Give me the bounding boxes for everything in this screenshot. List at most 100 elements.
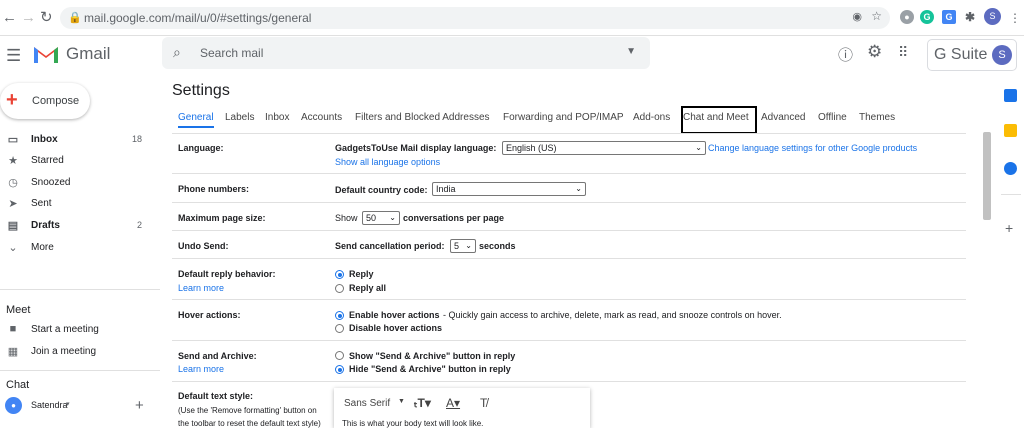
chevron-down-icon: ⌄ [575,184,582,193]
hide-send-archive-label: Hide "Send & Archive" button in reply [349,364,511,374]
back-icon[interactable]: ← [2,9,17,27]
gsuite-label: G Suite [934,46,988,63]
menu-dots-icon[interactable]: ⋮ [1009,9,1021,27]
sidebar-item-join-meeting[interactable]: ▦ Join a meeting [0,342,150,362]
search-options-icon[interactable]: ▼ [626,46,636,57]
sidebar-item-snoozed[interactable]: ◷ Snoozed [0,173,150,193]
apps-grid-icon[interactable]: ⠿ [898,44,908,61]
keep-icon[interactable] [1004,124,1017,137]
help-icon[interactable]: ⓘ [838,44,853,65]
remove-formatting-icon[interactable]: T̸ [480,396,487,410]
extension-icon[interactable]: ● [900,10,914,24]
profile-avatar[interactable]: S [984,8,1001,25]
user-avatar-icon: ● [5,397,22,414]
sidebar-item-sent[interactable]: ➤ Sent [0,194,150,214]
forward-icon[interactable]: → [21,9,36,27]
learn-more-link[interactable]: Learn more [178,283,224,293]
tab-themes[interactable]: Themes [859,112,895,123]
tab-addons[interactable]: Add-ons [633,112,670,123]
sidebar-item-start-meeting[interactable]: ■ Start a meeting [0,320,150,340]
text-color-icon[interactable]: A▾ [446,396,460,410]
page-size-suffix: conversations per page [403,213,505,223]
tab-general[interactable]: General [178,112,214,128]
gsuite-badge[interactable]: G Suite S [927,39,1017,71]
tasks-icon[interactable] [1004,162,1017,175]
reply-all-radio[interactable] [335,284,344,293]
country-code-select[interactable]: India ⌄ [432,182,586,196]
show-send-archive-label: Show "Send & Archive" button in reply [349,351,516,361]
learn-more-link[interactable]: Learn more [178,364,224,374]
scrollbar[interactable] [983,132,991,220]
gmail-header: ☰ Gmail ⌕ Search mail ▼ ⓘ ⚙ ⠿ G Suite S [0,36,1024,74]
change-language-link[interactable]: Change language settings for other Googl… [708,143,917,153]
tab-inbox[interactable]: Inbox [265,112,289,123]
enable-hover-radio[interactable] [335,311,344,320]
page-size-label: Maximum page size: [178,213,266,223]
reload-icon[interactable]: ↻ [40,9,53,27]
eye-icon[interactable]: ◉ [852,10,862,23]
tab-forwarding[interactable]: Forwarding and POP/IMAP [503,112,624,123]
sidebar-item-inbox[interactable]: ▭ Inbox 18 [0,130,150,150]
add-chat-icon[interactable]: + [135,397,144,414]
translate-icon[interactable]: G [942,10,956,24]
puzzle-icon[interactable]: ✱ [963,10,977,24]
undo-period-select[interactable]: 5 ⌄ [450,239,476,253]
status-caret-icon[interactable]: ▾ [66,400,70,408]
star-icon: ★ [8,155,18,167]
settings-panel: Settings General Labels Inbox Accounts F… [162,74,984,428]
search-icon[interactable]: ⌕ [173,44,181,61]
chevron-down-icon: ⌄ [465,241,472,250]
font-family-select[interactable]: Sans Serif [344,398,390,409]
address-bar[interactable]: 🔒 mail.google.com/mail/u/0/#settings/gen… [60,7,890,29]
chat-heading: Chat [6,379,30,391]
tab-filters[interactable]: Filters and Blocked Addresses [355,112,490,123]
bookmark-star-icon[interactable]: ☆ [871,9,882,23]
divider [1001,194,1021,195]
sidebar-item-more[interactable]: ⌄ More [0,238,150,258]
country-code-label: Default country code: [335,185,428,195]
phone-label: Phone numbers: [178,184,250,194]
search-box[interactable]: ⌕ Search mail ▼ [162,37,650,69]
grammarly-icon[interactable]: G [920,10,934,24]
row-divider [172,202,966,203]
chat-user[interactable]: ● Satendra ▾ [0,396,150,416]
text-style-editor[interactable]: Sans Serif ▼ ₜT▾ A▾ T̸ This is what your… [334,388,590,428]
language-select[interactable]: English (US) ⌄ [502,141,706,155]
text-style-label: Default text style: [178,391,254,401]
reply-all-option-label: Reply all [349,283,387,293]
page-title: Settings [172,82,230,99]
sidebar-item-starred[interactable]: ★ Starred [0,151,150,171]
tab-offline[interactable]: Offline [818,112,847,123]
url-text[interactable]: mail.google.com/mail/u/0/#settings/gener… [84,11,311,25]
compose-button[interactable]: + Compose [0,83,90,119]
reply-radio[interactable] [335,270,344,279]
hamburger-icon[interactable]: ☰ [6,46,21,66]
calendar-icon[interactable] [1004,89,1017,102]
show-all-languages-link[interactable]: Show all language options [335,157,440,167]
reply-option-label: Reply [349,269,374,279]
display-language-label: GadgetsToUse Mail display language: [335,143,497,153]
show-send-archive-radio[interactable] [335,351,344,360]
add-addon-icon[interactable]: + [1005,220,1013,236]
tab-labels[interactable]: Labels [225,112,254,123]
gmail-logo-icon[interactable] [33,44,59,64]
tab-accounts[interactable]: Accounts [301,112,342,123]
account-avatar[interactable]: S [992,45,1012,65]
enable-hover-label: Enable hover actions [349,310,440,320]
text-size-icon[interactable]: ₜT▾ [414,396,431,410]
tab-advanced[interactable]: Advanced [761,112,805,123]
gear-icon[interactable]: ⚙ [867,42,882,62]
video-icon: ■ [9,323,17,335]
sidebar-item-drafts[interactable]: ▤ Drafts 2 [0,216,150,236]
chevron-down-icon[interactable]: ▼ [398,398,405,405]
chevron-down-icon: ⌄ [8,242,18,254]
meet-heading: Meet [6,304,31,316]
search-input[interactable]: Search mail [200,46,263,60]
hide-send-archive-radio[interactable] [335,365,344,374]
text-style-desc: the toolbar to reset the default text st… [178,419,321,428]
disable-hover-radio[interactable] [335,324,344,333]
language-label: Language: [178,143,224,153]
compose-label: Compose [32,95,80,107]
page-size-select[interactable]: 50 ⌄ [362,211,400,225]
disable-hover-label: Disable hover actions [349,323,443,333]
